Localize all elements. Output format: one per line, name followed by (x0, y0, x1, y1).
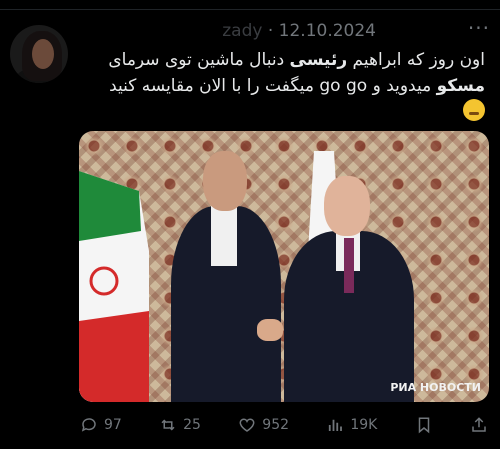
emoji-icon (463, 99, 485, 121)
tweet-meta: zady · 12.10.2024 (80, 21, 376, 41)
views-button[interactable]: 19K (326, 416, 377, 434)
tweet-line-1: اون روز که ابراهیم رئیسی دنبال ماشین توی… (85, 47, 485, 73)
tweet-line-2-end: میدوید و go go میگفت را با الان مقایسه ک… (109, 76, 437, 96)
share-icon (472, 417, 486, 432)
tweet-line-2: مسکو میدوید و go go میگفت را با الان مقا… (85, 73, 485, 99)
reply-icon (81, 418, 96, 432)
like-button[interactable]: 952 (238, 416, 289, 434)
tweet-date[interactable]: 12.10.2024 (279, 21, 376, 41)
divider (0, 0, 500, 10)
user-handle[interactable]: zady (222, 21, 262, 41)
repost-icon (161, 419, 175, 431)
repost-count: 25 (183, 417, 201, 433)
handshake (257, 319, 283, 341)
tweet-line-1-end: دنبال ماشین توی سرمای (108, 50, 290, 70)
views-count: 19K (350, 417, 378, 433)
person-left (171, 151, 281, 402)
bookmark-icon (418, 417, 429, 434)
action-bar: 97 25 952 19K (80, 412, 488, 438)
bookmark-button[interactable] (415, 416, 433, 434)
tweet-line-1-start: اون روز که ابراهیم (347, 50, 485, 70)
tweet-text: اون روز که ابراهیم رئیسی دنبال ماشین توی… (85, 47, 485, 125)
tweet-bold-word-1: رئیسی (289, 50, 348, 70)
tweet-photo[interactable]: РИА НОВОСТИ (79, 131, 489, 402)
share-button[interactable] (470, 416, 488, 434)
like-icon (239, 418, 255, 432)
tweet-line-3 (85, 99, 485, 125)
repost-button[interactable]: 25 (159, 416, 201, 434)
like-count: 952 (262, 417, 290, 433)
iran-flag-image (79, 171, 149, 402)
meta-separator: · (267, 21, 274, 41)
media-watermark: РИА НОВОСТИ (390, 381, 481, 394)
avatar[interactable] (10, 25, 68, 83)
more-icon[interactable]: ··· (468, 16, 490, 40)
reply-count: 97 (104, 417, 122, 433)
tweet-bold-word-2: مسکو (436, 76, 485, 96)
person-right (284, 176, 414, 402)
reply-button[interactable]: 97 (80, 416, 122, 434)
views-icon (329, 419, 343, 431)
